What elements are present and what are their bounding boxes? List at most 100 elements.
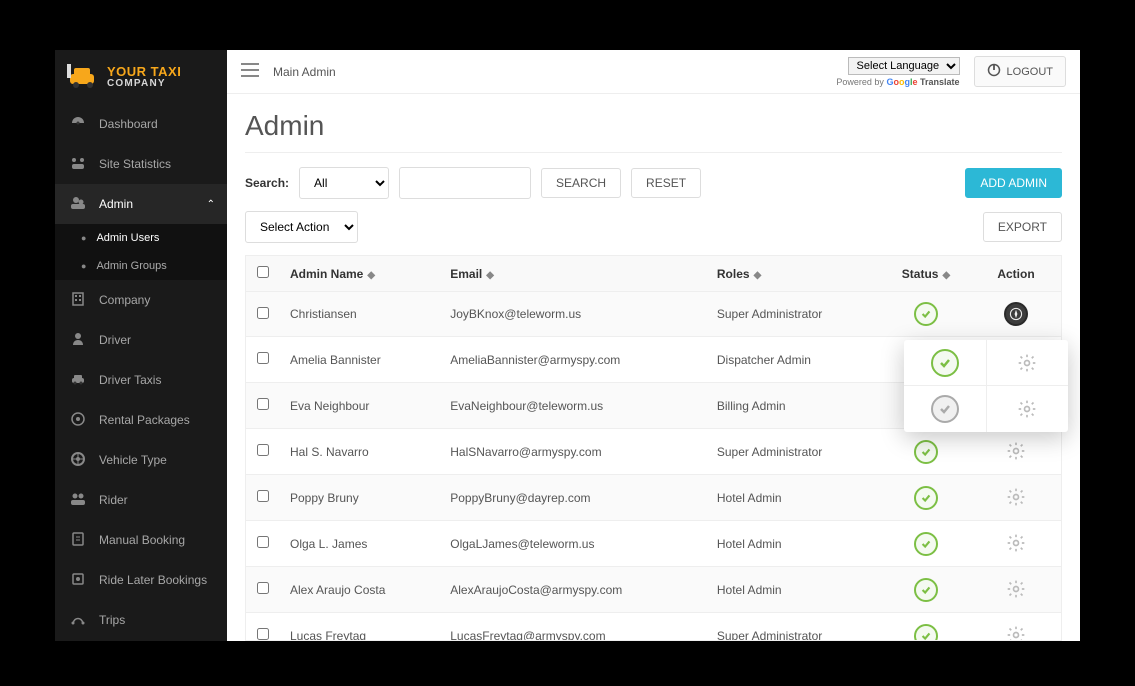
status-active-icon[interactable] bbox=[914, 578, 938, 602]
row-action-popover bbox=[904, 340, 1068, 432]
row-check[interactable] bbox=[257, 628, 269, 640]
row-check[interactable] bbox=[257, 398, 269, 410]
col-action: Action bbox=[971, 256, 1061, 292]
sidebar-item-admin[interactable]: Admin⌃ bbox=[55, 184, 227, 224]
sidebar-subitem-admin-users[interactable]: ●Admin Users bbox=[55, 224, 227, 252]
popover-settings-2[interactable] bbox=[987, 386, 1069, 432]
cell-role: Hotel Admin bbox=[707, 475, 881, 521]
sidebar-item-rental-packages[interactable]: Rental Packages bbox=[55, 400, 227, 440]
sidebar-item-dashboard[interactable]: Dashboard bbox=[55, 104, 227, 144]
col-name[interactable]: Admin Name◆ bbox=[280, 256, 440, 292]
cell-name: Alex Araujo Costa bbox=[280, 567, 440, 613]
cell-role: Super Administrator bbox=[707, 613, 881, 642]
sort-icon: ◆ bbox=[942, 270, 950, 281]
search-button[interactable]: SEARCH bbox=[541, 168, 621, 198]
add-admin-button[interactable]: ADD ADMIN bbox=[965, 168, 1062, 198]
filter-select[interactable]: All bbox=[299, 167, 389, 199]
app-window: YOUR TAXI COMPANY DashboardSite Statisti… bbox=[55, 50, 1080, 641]
action-row: Select Action EXPORT bbox=[245, 211, 1062, 243]
cell-status bbox=[881, 292, 971, 337]
col-status[interactable]: Status◆ bbox=[881, 256, 971, 292]
row-check[interactable] bbox=[257, 582, 269, 594]
cell-email: OlgaLJames@teleworm.us bbox=[440, 521, 707, 567]
status-active-icon[interactable] bbox=[914, 302, 938, 326]
popover-activate[interactable] bbox=[904, 340, 987, 386]
reset-button[interactable]: RESET bbox=[631, 168, 701, 198]
row-check[interactable] bbox=[257, 444, 269, 456]
sidebar-item-label: Site Statistics bbox=[99, 157, 171, 171]
row-check[interactable] bbox=[257, 536, 269, 548]
topbar: Main Admin Select Language Powered by Go… bbox=[227, 50, 1080, 94]
wheel-icon bbox=[69, 451, 87, 470]
sidebar-item-trips[interactable]: Trips bbox=[55, 600, 227, 640]
export-button[interactable]: EXPORT bbox=[983, 212, 1062, 242]
cell-action bbox=[971, 521, 1061, 567]
powered-by: Powered by Google Translate bbox=[836, 77, 959, 87]
row-check[interactable] bbox=[257, 307, 269, 319]
col-email[interactable]: Email◆ bbox=[440, 256, 707, 292]
cell-role: Hotel Admin bbox=[707, 567, 881, 613]
cell-email: PoppyBruny@dayrep.com bbox=[440, 475, 707, 521]
language-select[interactable]: Select Language bbox=[848, 57, 960, 75]
sidebar-item-company[interactable]: Company bbox=[55, 280, 227, 320]
booking-icon bbox=[69, 531, 87, 550]
bullet-icon: ● bbox=[81, 261, 86, 271]
sidebar-item-ride-later-bookings[interactable]: Ride Later Bookings bbox=[55, 560, 227, 600]
sidebar-item-manual-booking[interactable]: Manual Booking bbox=[55, 520, 227, 560]
power-icon bbox=[987, 63, 1001, 80]
status-active-icon[interactable] bbox=[914, 440, 938, 464]
row-check[interactable] bbox=[257, 490, 269, 502]
sidebar-subitem-label: Admin Groups bbox=[96, 260, 166, 272]
cell-action bbox=[971, 613, 1061, 642]
search-input[interactable] bbox=[399, 167, 531, 199]
sidebar-item-driver[interactable]: Driver bbox=[55, 320, 227, 360]
col-check bbox=[246, 256, 280, 292]
popover-deactivate[interactable] bbox=[904, 386, 987, 432]
gear-icon[interactable] bbox=[1004, 531, 1028, 555]
sidebar-item-driver-taxis[interactable]: Driver Taxis bbox=[55, 360, 227, 400]
cell-status bbox=[881, 521, 971, 567]
status-active-icon[interactable] bbox=[914, 486, 938, 510]
status-active-icon[interactable] bbox=[914, 532, 938, 556]
cell-name: Amelia Bannister bbox=[280, 337, 440, 383]
status-active-icon[interactable] bbox=[914, 624, 938, 642]
building-icon bbox=[69, 291, 87, 310]
gear-icon[interactable] bbox=[1004, 577, 1028, 601]
compass-icon[interactable] bbox=[1004, 302, 1028, 326]
row-check[interactable] bbox=[257, 352, 269, 364]
cell-email: LucasFreytag@armyspy.com bbox=[440, 613, 707, 642]
sidebar: YOUR TAXI COMPANY DashboardSite Statisti… bbox=[55, 50, 227, 641]
sidebar-item-label: Driver Taxis bbox=[99, 373, 161, 387]
col-roles[interactable]: Roles◆ bbox=[707, 256, 881, 292]
cell-email: EvaNeighbour@teleworm.us bbox=[440, 383, 707, 429]
menu-toggle-icon[interactable] bbox=[241, 63, 259, 80]
nav: Dashboard Site Statistics Admin⌃●Admin Use… bbox=[55, 104, 227, 641]
sidebar-item-label: Company bbox=[99, 293, 150, 307]
sidebar-subitem-admin-groups[interactable]: ● Admin Groups bbox=[55, 252, 227, 280]
table-row: ChristiansenJoyBKnox@teleworm.usSuper Ad… bbox=[246, 292, 1061, 337]
trips-icon bbox=[69, 611, 87, 630]
gear-icon[interactable] bbox=[1004, 439, 1028, 463]
cell-name: Lucas Freytag bbox=[280, 613, 440, 642]
sidebar-item-label: Rental Packages bbox=[99, 413, 190, 427]
bulk-action-select[interactable]: Select Action bbox=[245, 211, 358, 243]
table-row: Hal S. NavarroHalSNavarro@armyspy.comSup… bbox=[246, 429, 1061, 475]
stats-icon bbox=[69, 155, 87, 174]
cell-name: Christiansen bbox=[280, 292, 440, 337]
select-all-check[interactable] bbox=[257, 266, 269, 278]
table-row: Lucas FreytagLucasFreytag@armyspy.comSup… bbox=[246, 613, 1061, 642]
cell-name: Olga L. James bbox=[280, 521, 440, 567]
logo-icon bbox=[67, 64, 99, 90]
sidebar-item-vehicle-type[interactable]: Vehicle Type bbox=[55, 440, 227, 480]
sort-icon: ◆ bbox=[754, 270, 762, 281]
sidebar-item-site-statistics[interactable]: Site Statistics bbox=[55, 144, 227, 184]
gear-icon[interactable] bbox=[1004, 485, 1028, 509]
popover-settings[interactable] bbox=[987, 340, 1069, 386]
logout-button[interactable]: LOGOUT bbox=[974, 56, 1066, 87]
admin-table: Admin Name◆ Email◆ Roles◆ Status◆ Action… bbox=[246, 256, 1061, 641]
sort-icon: ◆ bbox=[486, 270, 494, 281]
logout-label: LOGOUT bbox=[1007, 66, 1053, 78]
cell-status bbox=[881, 429, 971, 475]
gear-icon[interactable] bbox=[1004, 623, 1028, 641]
sidebar-item-rider[interactable]: Rider bbox=[55, 480, 227, 520]
